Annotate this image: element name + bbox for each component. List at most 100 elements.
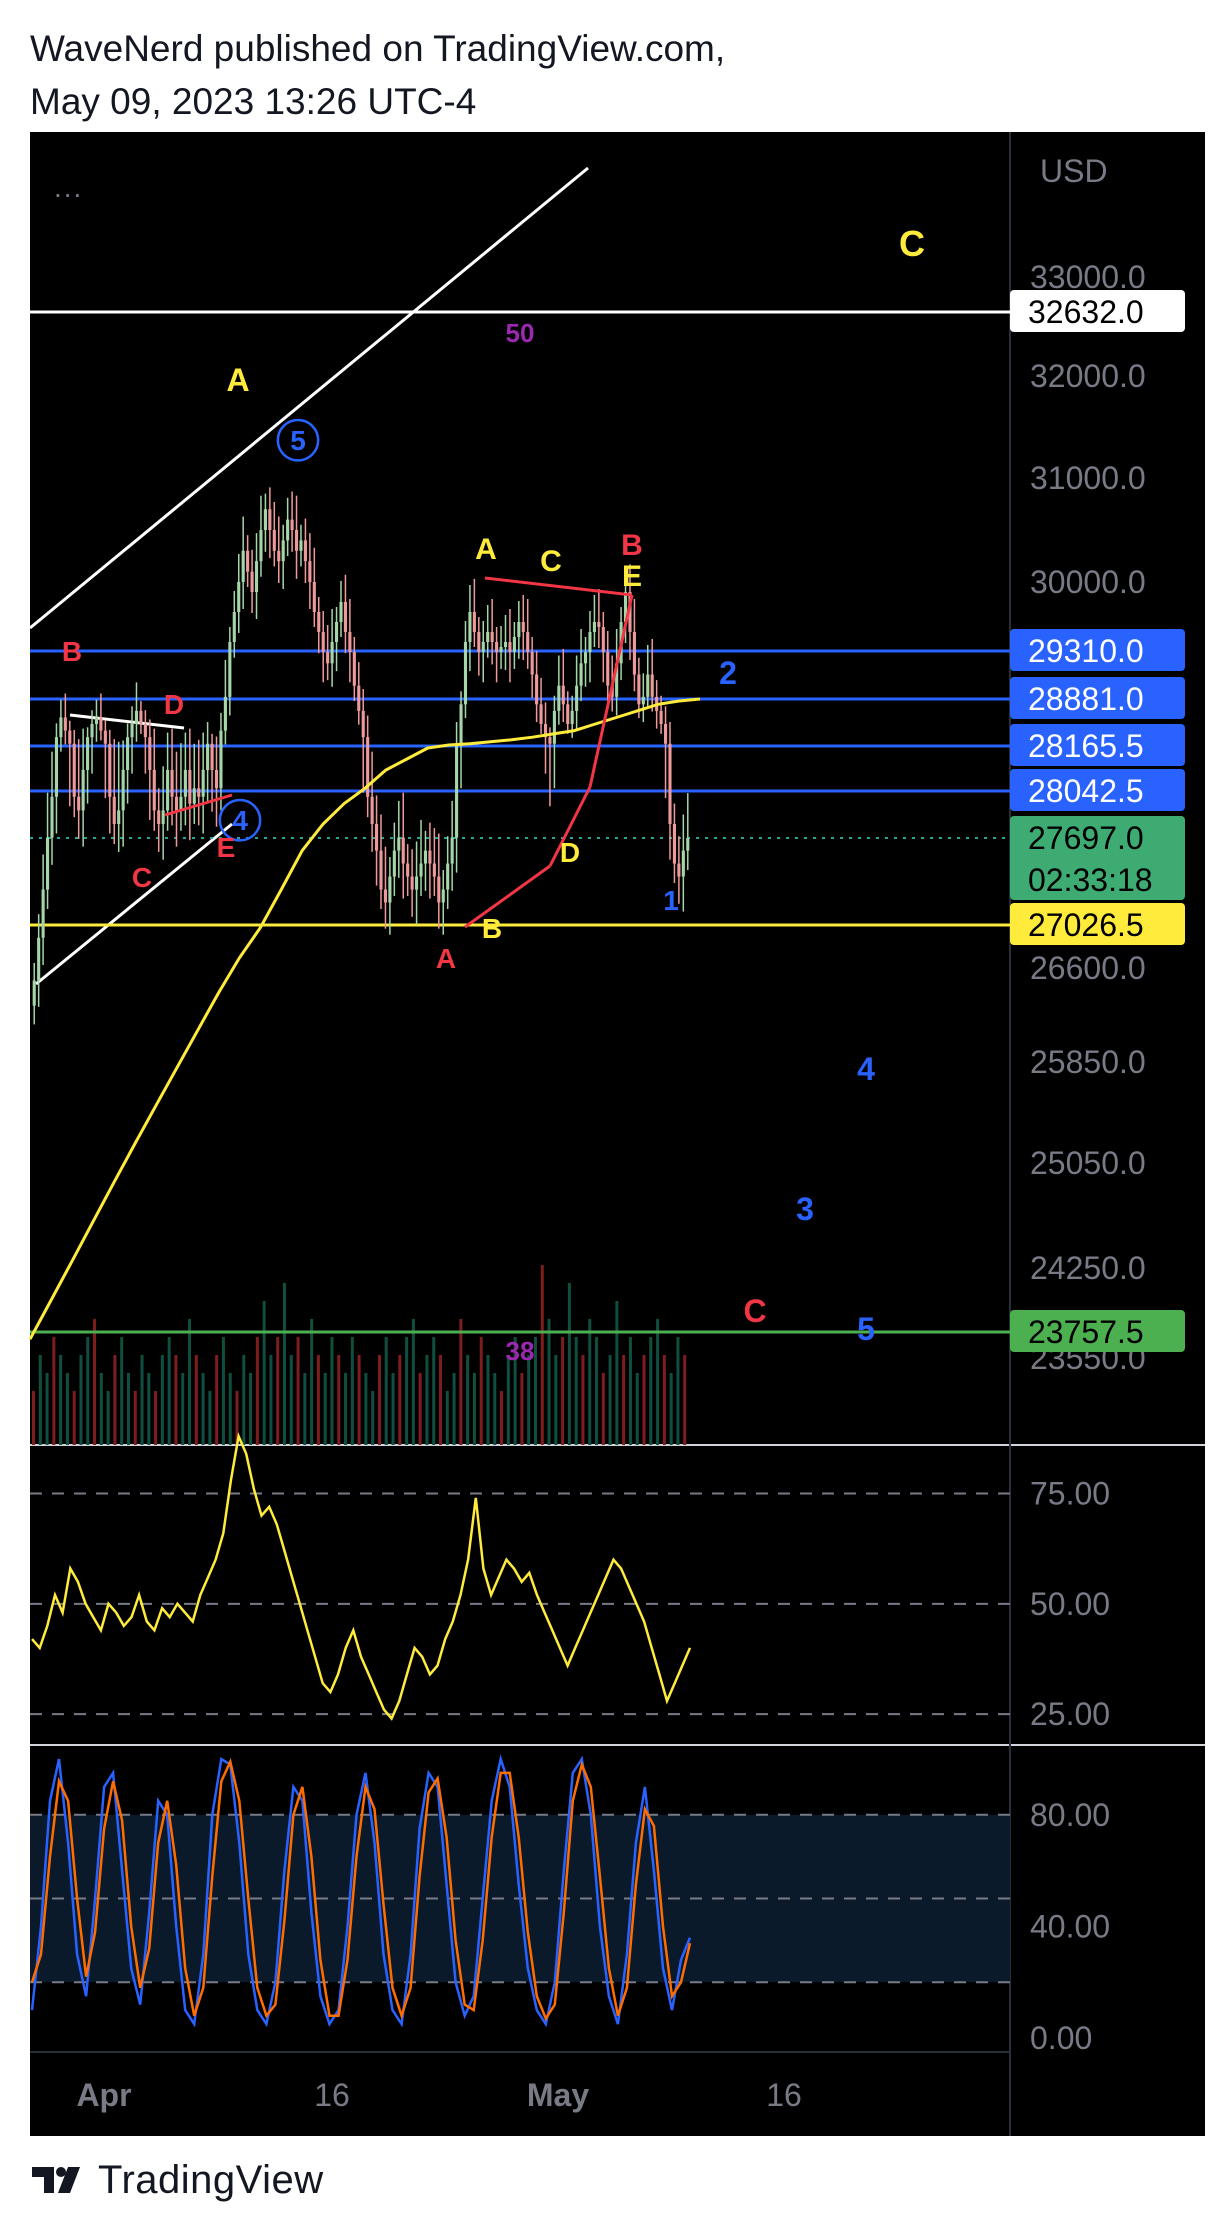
candle-body (126, 737, 130, 770)
volume-bar (500, 1391, 504, 1445)
candle-body (632, 632, 636, 675)
candle-body (472, 612, 476, 632)
volume-bar (181, 1373, 185, 1445)
volume-bar (425, 1355, 429, 1445)
volume-bar (628, 1337, 632, 1445)
volume-bar (249, 1373, 253, 1445)
volume-bar (506, 1355, 510, 1445)
candle-body (370, 796, 374, 824)
volume-bar (649, 1337, 653, 1445)
candle-body (681, 850, 685, 877)
candle-body (339, 602, 343, 622)
volume-bar (683, 1355, 687, 1445)
candle-body (561, 685, 565, 705)
price-tag-value: 27026.5 (1028, 907, 1144, 943)
volume-bar (371, 1391, 375, 1445)
volume-bar (221, 1337, 225, 1445)
volume-bar (38, 1355, 42, 1445)
volume-bar (201, 1373, 205, 1445)
volume-bar (615, 1301, 619, 1445)
candle-body (499, 647, 503, 653)
candle-body (659, 710, 663, 725)
volume-bar (588, 1319, 592, 1445)
candle-body (415, 876, 419, 890)
candle-body (352, 652, 356, 686)
candle-body (50, 796, 54, 838)
candle-body (214, 769, 219, 789)
candle-body (179, 796, 183, 811)
wave-label: C (132, 862, 152, 893)
volume-bar (445, 1391, 449, 1445)
volume-bar (479, 1337, 483, 1445)
volume-bar (405, 1337, 409, 1445)
candle-body (90, 724, 94, 738)
volume-bar (32, 1391, 35, 1445)
volume-bar (154, 1391, 158, 1445)
volume-bar (622, 1355, 626, 1445)
volume-bar (466, 1355, 470, 1445)
wave-label: 2 (719, 655, 737, 691)
candle-body (592, 622, 596, 632)
volume-bar (282, 1283, 286, 1445)
wave-label: B (62, 636, 82, 667)
stoch-tick-label: 80.00 (1030, 1797, 1110, 1833)
volume-bar (262, 1301, 266, 1445)
candle-body (99, 717, 103, 731)
wave-label: C (899, 223, 925, 264)
wave-label: 5 (857, 1311, 875, 1347)
candle-body (330, 642, 334, 664)
volume-bar (59, 1355, 63, 1445)
candle-body (157, 810, 161, 824)
candle-body (54, 737, 59, 797)
candle-body (383, 889, 388, 903)
candle-body (272, 530, 276, 551)
volume-bar (344, 1373, 348, 1445)
volume-bar (99, 1373, 103, 1445)
candle-body (286, 519, 290, 541)
volume-bar (432, 1337, 436, 1445)
candle-body (663, 724, 668, 744)
candle-body (428, 850, 432, 864)
candle-body (148, 737, 152, 770)
wave-label: C (743, 1293, 766, 1329)
trend-line (35, 822, 233, 986)
wave-label: D (164, 689, 184, 720)
wave-label: B (482, 913, 502, 944)
candle-body (201, 769, 205, 797)
x-tick-label: 16 (314, 2077, 350, 2113)
wave-label: 3 (796, 1191, 814, 1227)
price-tag-countdown: 02:33:18 (1028, 862, 1153, 898)
candle-body (552, 710, 556, 744)
candle-body (139, 710, 143, 725)
wave-label: D (560, 837, 580, 868)
chart-canvas[interactable]: USD33000.032000.031000.030000.026600.025… (0, 0, 1230, 2224)
volume-bar (65, 1373, 69, 1445)
wave-label: A (436, 943, 456, 974)
volume-bar (486, 1355, 490, 1445)
volume-bar (167, 1337, 171, 1445)
y-tick-label: 32000.0 (1030, 358, 1146, 394)
price-tag-value: 28881.0 (1028, 681, 1144, 717)
wave-label: E (217, 832, 236, 863)
volume-bar (411, 1319, 415, 1445)
candle-body (503, 642, 508, 647)
volume-bar (520, 1373, 524, 1445)
candle-body (188, 769, 192, 804)
candle-body (121, 769, 125, 811)
volume-bar (310, 1319, 314, 1445)
y-tick-label: 25050.0 (1030, 1145, 1146, 1181)
candle-body (677, 863, 681, 877)
volume-bar (384, 1337, 388, 1445)
volume-bar (126, 1373, 130, 1445)
candle-body (401, 837, 405, 864)
volume-bar (303, 1373, 307, 1445)
candle-body (575, 685, 579, 711)
candle-body (334, 622, 339, 642)
volume-bar (120, 1337, 124, 1445)
y-tick-label: 30000.0 (1030, 564, 1146, 600)
candle-body (686, 838, 690, 851)
candle-body (59, 717, 63, 738)
candle-body (566, 704, 570, 725)
x-tick-label: Apr (76, 2077, 131, 2113)
candle-body (317, 612, 321, 632)
